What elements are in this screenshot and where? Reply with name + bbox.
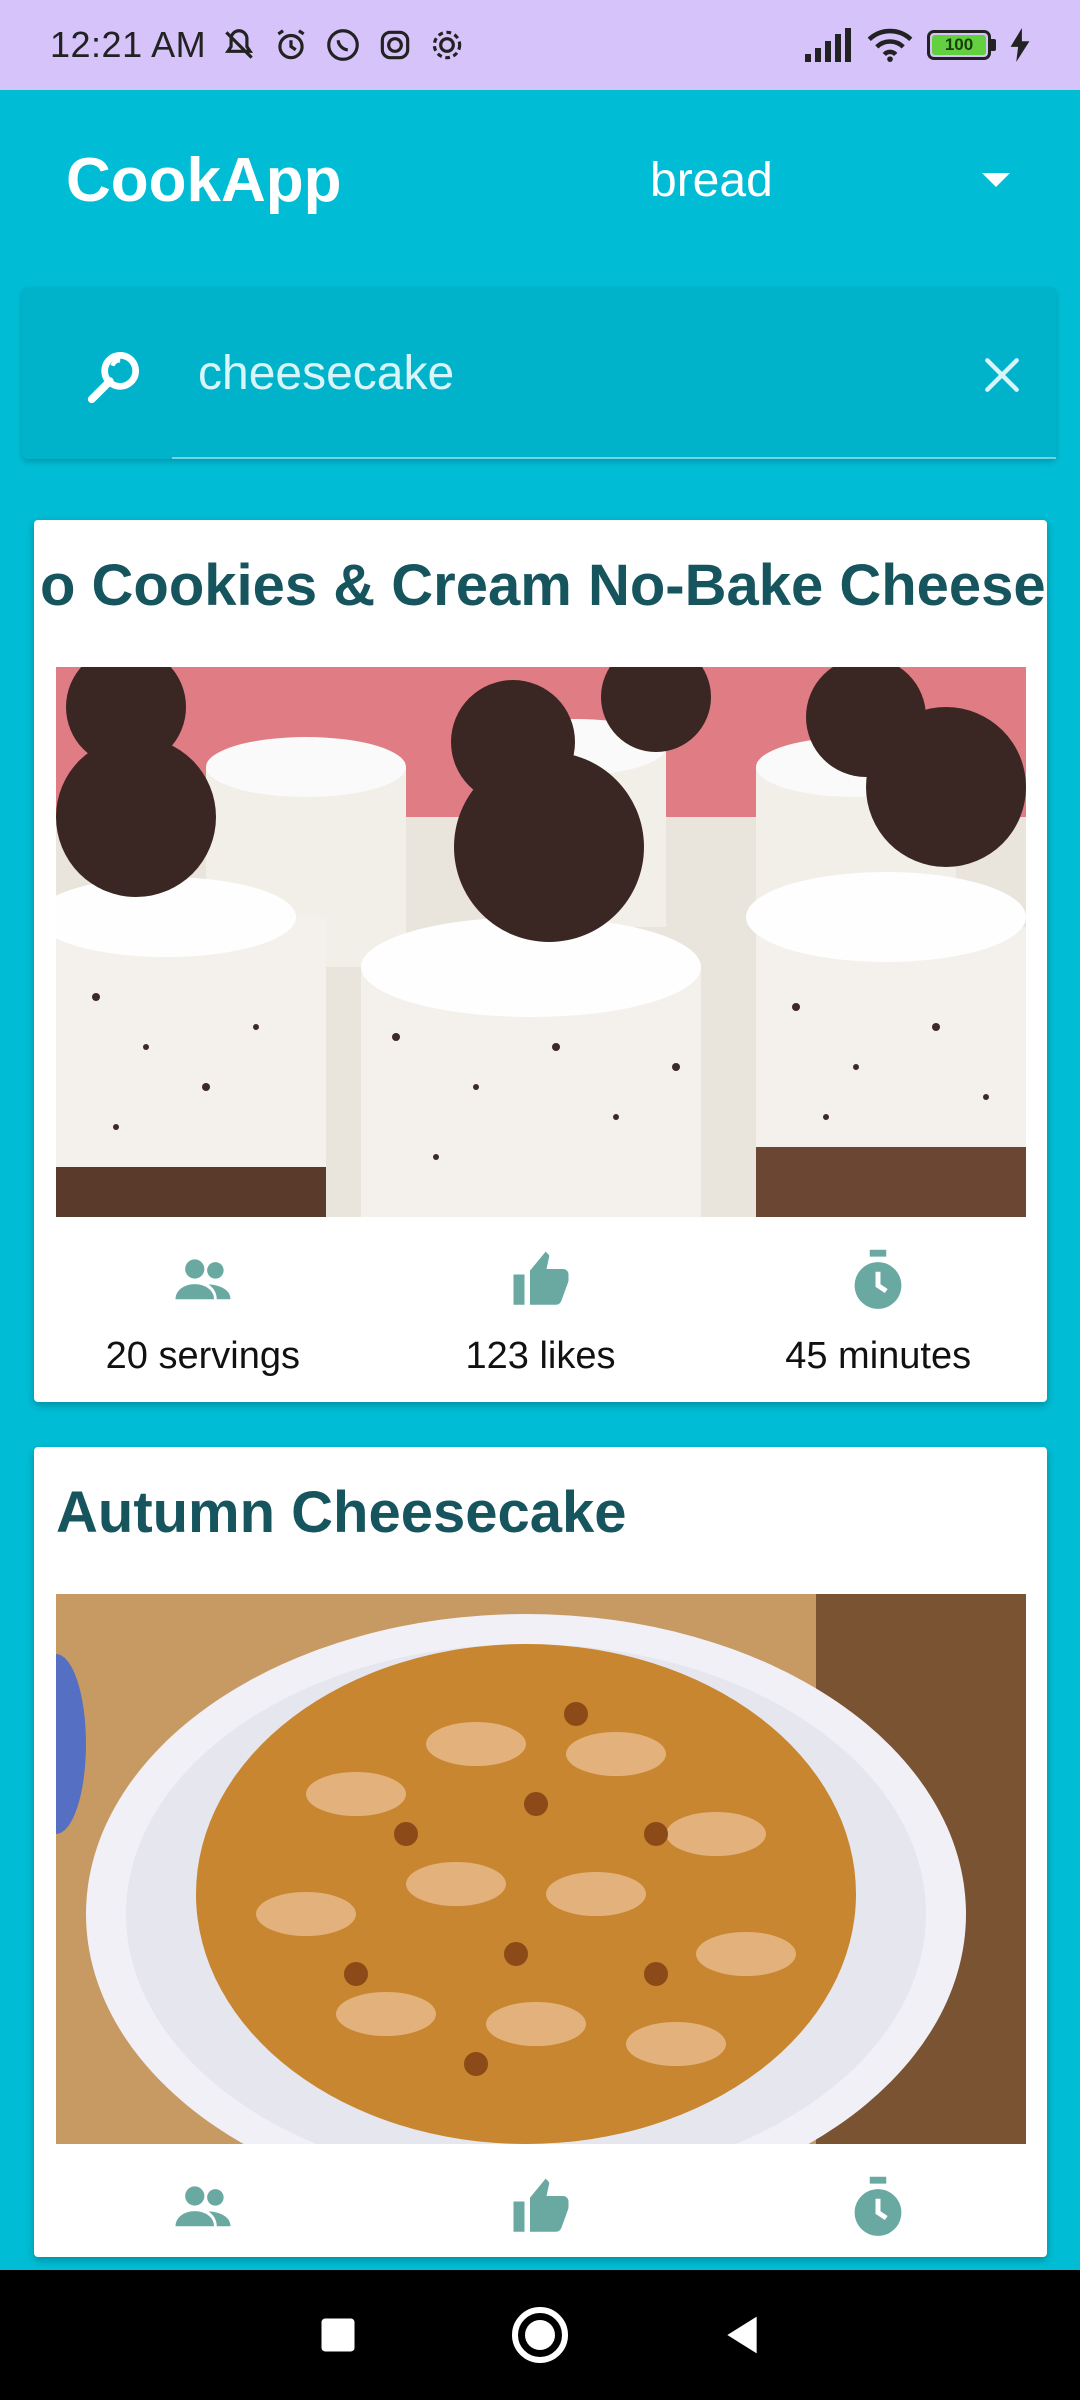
home-button-icon[interactable]	[510, 2305, 570, 2365]
people-icon	[175, 2186, 231, 2227]
stopwatch-icon	[854, 2176, 902, 2236]
thumbs-up-icon	[513, 1251, 568, 1305]
recents-button-icon[interactable]	[316, 2313, 360, 2357]
recipe-card[interactable]: Autumn Cheesecake	[34, 1447, 1047, 2257]
battery-indicator: 100	[927, 30, 996, 60]
mute-icon	[225, 29, 254, 59]
recipe-stats: 20 servings 123 likes 45 minutes	[34, 1247, 1047, 1378]
recipe-image	[56, 1594, 1026, 2144]
category-dropdown-value: bread	[650, 153, 773, 207]
recipe-stats	[34, 2174, 1047, 2257]
thumbs-up-icon	[513, 2178, 568, 2232]
time-text: 45 minutes	[785, 1335, 972, 1377]
clear-search-icon[interactable]	[980, 353, 1024, 397]
app-title: CookApp	[66, 145, 342, 215]
status-right: 100	[803, 28, 1030, 62]
app-bar: CookApp bread	[0, 90, 1080, 270]
status-bar: 12:21 AM 100	[0, 0, 1080, 90]
servings-text: 20 servings	[105, 1335, 300, 1377]
recipe-card[interactable]: o Cookies & Cream No-Bake Cheese 20 serv…	[34, 520, 1047, 1402]
recipe-image	[56, 667, 1026, 1217]
search-icon	[87, 351, 140, 404]
time-stat: 45 minutes	[709, 1247, 1047, 1378]
likes-stat: 123 likes	[372, 1247, 710, 1378]
settings-gear-icon	[432, 30, 462, 60]
stopwatch-icon	[854, 1249, 902, 1309]
likes-stat	[372, 2174, 710, 2257]
instagram-icon	[380, 30, 410, 60]
category-dropdown[interactable]: bread	[650, 145, 1030, 215]
search-underline	[172, 457, 1056, 459]
time-stat	[709, 2174, 1047, 2257]
status-time: 12:21 AM	[50, 24, 207, 65]
likes-text: 123 likes	[465, 1335, 616, 1377]
wifi-icon	[867, 28, 913, 62]
dropdown-arrow-icon	[982, 173, 1010, 187]
navigation-bar	[0, 2270, 1080, 2400]
signal-icon	[805, 28, 851, 62]
servings-stat: 20 servings	[34, 1247, 372, 1378]
search-input[interactable]	[198, 337, 918, 409]
battery-level: 100	[932, 35, 986, 55]
notification-icons	[220, 26, 466, 64]
whatsapp-icon	[327, 29, 359, 61]
search-box	[22, 287, 1056, 459]
people-icon	[175, 1259, 231, 1300]
alarm-icon	[277, 29, 305, 60]
bolt-icon	[1010, 28, 1030, 62]
recipe-title: Autumn Cheesecake	[56, 1480, 627, 1545]
servings-stat	[34, 2174, 372, 2257]
recipe-title: o Cookies & Cream No-Bake Cheese	[40, 553, 1046, 618]
back-button-icon[interactable]	[720, 2311, 764, 2359]
